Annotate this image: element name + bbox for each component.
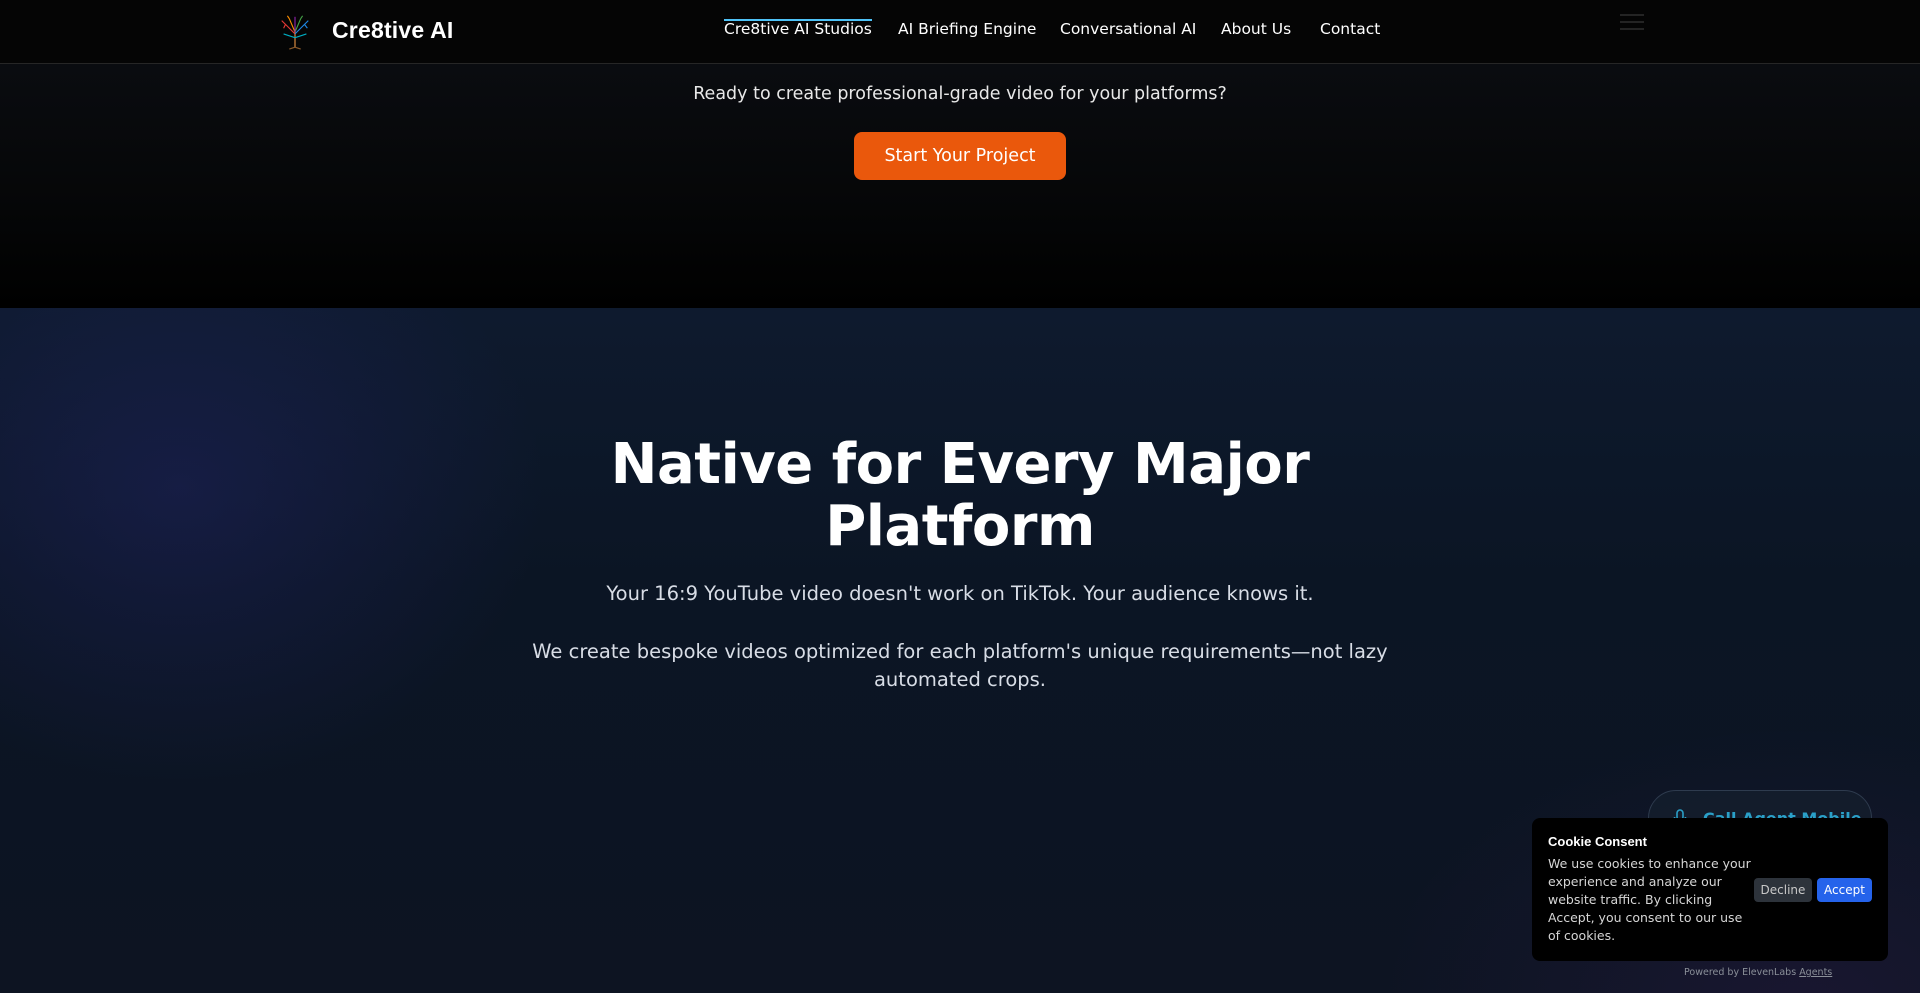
- nav-item-briefing-engine[interactable]: AI Briefing Engine: [898, 20, 1036, 38]
- platforms-description: We create bespoke videos optimized for e…: [532, 640, 1388, 691]
- powered-by-text: Powered by ElevenLabs Agents: [1684, 967, 1832, 978]
- cookie-consent-banner: Cookie Consent We use cookies to enhance…: [1532, 818, 1888, 961]
- cookie-body: We use cookies to enhance your experienc…: [1548, 856, 1751, 943]
- nav-item-conversational-ai[interactable]: Conversational AI: [1060, 20, 1196, 38]
- platforms-heading: Native for Every Major Platform: [0, 434, 1920, 558]
- cookie-decline-button[interactable]: Decline: [1754, 878, 1812, 902]
- agents-link[interactable]: Agents: [1799, 967, 1832, 978]
- cta-section: Ready to create professional-grade video…: [0, 64, 1920, 308]
- powered-prefix: Powered by ElevenLabs: [1684, 967, 1797, 978]
- nav-item-contact[interactable]: Contact: [1320, 20, 1380, 38]
- heading-line-2: Platform: [825, 494, 1095, 559]
- cookie-title: Cookie Consent: [1548, 834, 1647, 849]
- site-header: Cre8tive AI Cre8tive AI Studios AI Brief…: [0, 0, 1920, 64]
- nav-item-about-us[interactable]: About Us: [1221, 20, 1291, 38]
- platforms-subtitle: Your 16:9 YouTube video doesn't work on …: [606, 582, 1314, 605]
- cta-text: Ready to create professional-grade video…: [693, 84, 1227, 104]
- heading-line-1: Native for Every Major: [610, 432, 1310, 497]
- nav-item-studios[interactable]: Cre8tive AI Studios: [724, 19, 872, 38]
- menu-icon[interactable]: [1620, 14, 1644, 32]
- cookie-accept-button[interactable]: Accept: [1817, 878, 1872, 902]
- start-project-button[interactable]: Start Your Project: [854, 132, 1066, 180]
